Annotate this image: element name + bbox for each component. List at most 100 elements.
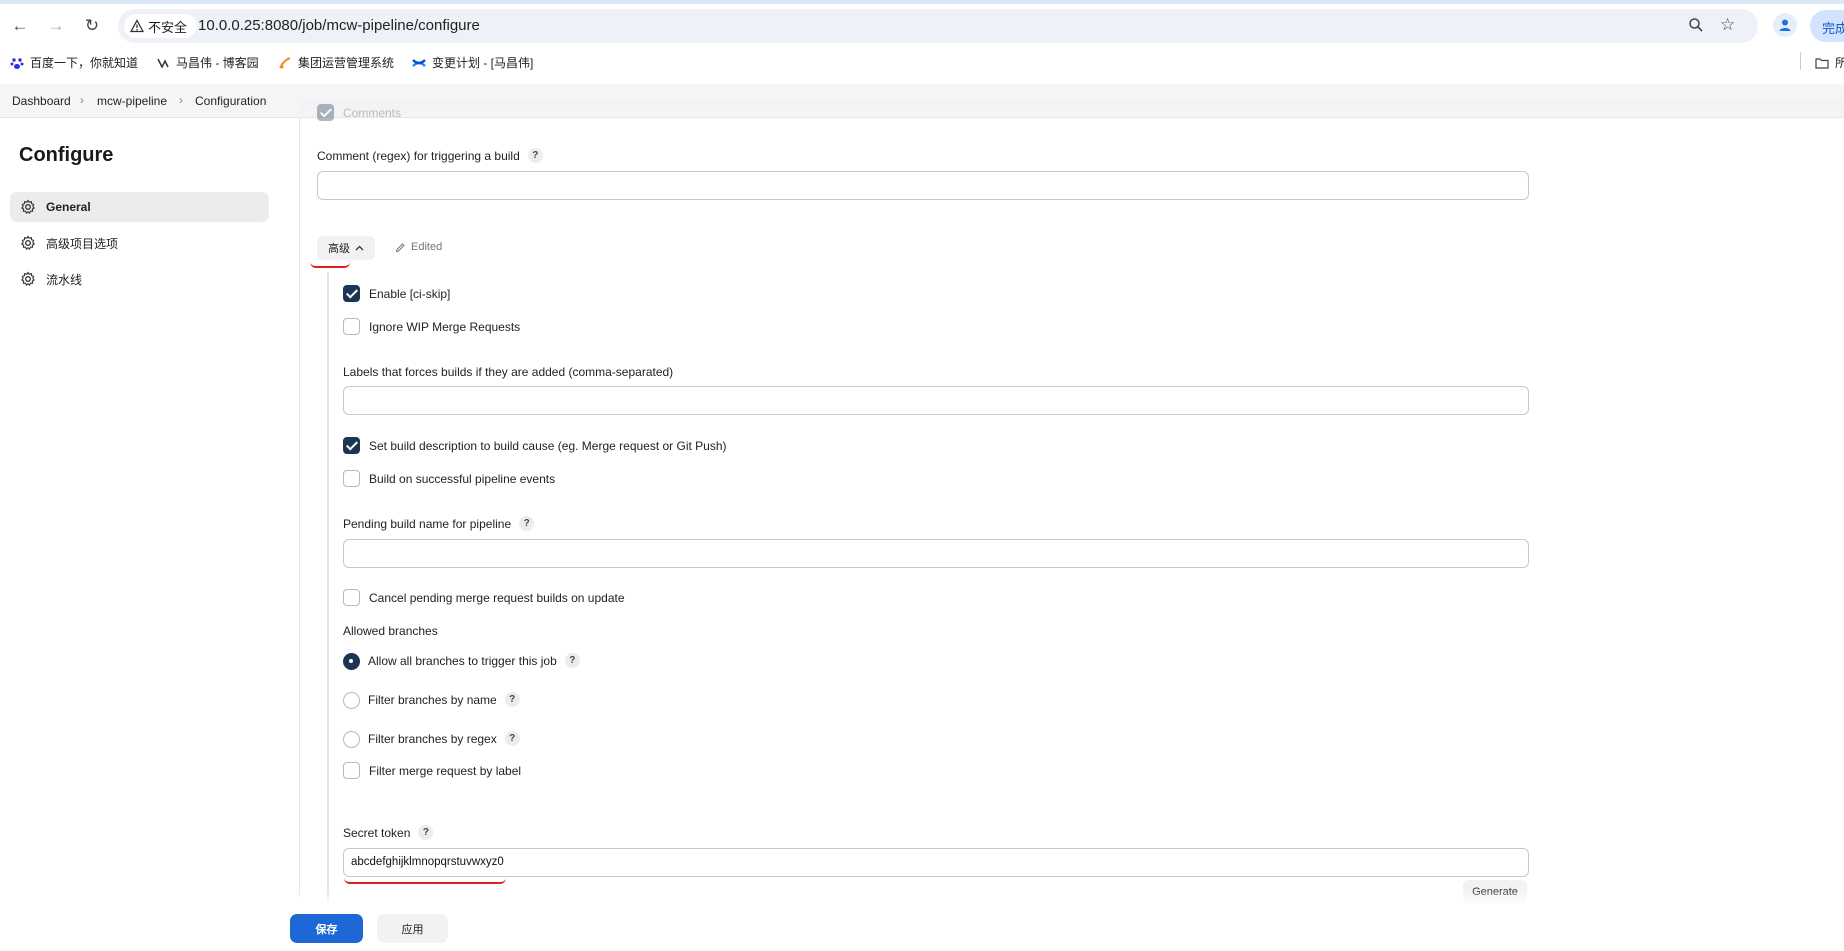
ignore-wip-checkbox[interactable] [343, 318, 360, 335]
help-icon[interactable]: ? [564, 653, 580, 668]
folder-icon [1815, 57, 1829, 69]
system-logo-icon [279, 56, 291, 68]
chevron-right-icon: › [80, 93, 84, 107]
bookmark-label: 所 [1835, 56, 1844, 70]
branch-option-name-label: Filter branches by name ? [368, 692, 520, 707]
breadcrumb-configuration[interactable]: Configuration [195, 94, 266, 108]
help-icon[interactable]: ? [504, 731, 520, 746]
option-label: Allow all branches to trigger this job [368, 653, 557, 668]
bookmark-label: 变更计划 - [马昌伟] [432, 56, 534, 70]
secret-token-input[interactable]: abcdefghijklmnopqrstuvwxyz0 [343, 848, 1529, 877]
chevron-right-icon: › [179, 93, 183, 107]
profile-avatar-icon[interactable] [1773, 13, 1797, 37]
branch-option-regex-label: Filter branches by regex ? [368, 731, 520, 746]
bookmark-star-icon[interactable]: ☆ [1720, 15, 1735, 35]
cancel-pending-label: Cancel pending merge request builds on u… [369, 591, 625, 605]
comment-regex-input[interactable] [317, 171, 1529, 200]
save-button[interactable]: 保存 [290, 914, 363, 943]
build-on-pipeline-checkbox[interactable] [343, 470, 360, 487]
gear-icon [20, 199, 36, 214]
pending-build-name-label: Pending build name for pipeline ? [343, 516, 535, 531]
annotation-underline [344, 874, 506, 884]
allowed-branches-label: Allowed branches [343, 624, 438, 638]
window-accent-strip [0, 0, 1844, 4]
bottom-action-bar [275, 903, 1844, 951]
security-label: 不安全 [148, 19, 188, 35]
sidebar-item-pipeline[interactable]: 流水线 [10, 264, 269, 294]
browser-toolbar: ← → ↻ 不安全 10.0.0.25:8080/job/mcw-pipelin… [0, 0, 1844, 84]
field-label: Secret token [343, 825, 411, 840]
pending-build-name-input[interactable] [343, 539, 1529, 568]
bookmark-label: 百度一下，你就知道 [30, 56, 139, 70]
sidebar-item-label: 高级项目选项 [46, 236, 119, 251]
labels-force-input[interactable] [343, 386, 1529, 415]
sidebar-item-label: General [46, 200, 91, 214]
bookmark-label: 马昌伟 - 博客园 [176, 56, 259, 70]
advanced-toggle-button[interactable]: 高级 [317, 236, 375, 260]
advanced-section-rail [327, 272, 329, 902]
gear-icon [20, 235, 36, 250]
field-label: Pending build name for pipeline [343, 516, 512, 531]
comment-regex-label: Comment (regex) for triggering a build ? [317, 148, 543, 163]
field-label: Comment (regex) for triggering a build [317, 148, 520, 163]
cancel-pending-checkbox[interactable] [343, 589, 360, 606]
edited-indicator: Edited [395, 241, 442, 253]
option-label: Filter branches by name [368, 692, 497, 707]
help-icon[interactable]: ? [519, 516, 535, 531]
enable-ci-skip-label: Enable [ci-skip] [369, 287, 451, 301]
bookmark-label: 集团运营管理系统 [298, 56, 395, 70]
help-icon[interactable]: ? [504, 692, 520, 707]
address-bar[interactable]: 不安全 10.0.0.25:8080/job/mcw-pipeline/conf… [118, 9, 1758, 43]
sidebar-divider [299, 118, 300, 898]
comments-checkbox[interactable] [317, 104, 334, 121]
filter-by-label-label: Filter merge request by label [369, 764, 522, 778]
labels-force-label: Labels that forces builds if they are ad… [343, 365, 674, 379]
gear-icon [20, 271, 36, 286]
branch-option-name-radio[interactable] [343, 692, 360, 709]
bookmarks-divider [1800, 52, 1801, 70]
sidebar-item-advanced-project[interactable]: 高级项目选项 [10, 228, 269, 258]
bookmark-item[interactable]: 变更计划 - [马昌伟] [412, 54, 533, 71]
profile-status-button[interactable]: 完成 [1810, 10, 1844, 42]
branch-option-all-radio[interactable] [343, 653, 360, 670]
forward-icon[interactable]: → [44, 14, 68, 38]
advanced-label: 高级 [328, 243, 350, 255]
bookmark-item[interactable]: 百度一下，你就知道 [10, 54, 138, 71]
option-label: Filter branches by regex [368, 731, 497, 746]
apply-button[interactable]: 应用 [377, 914, 448, 943]
comments-label: Comments [343, 106, 402, 120]
sidebar-item-general[interactable]: General [10, 192, 269, 222]
annotation-underline [310, 260, 350, 268]
branch-option-regex-radio[interactable] [343, 731, 360, 748]
build-on-pipeline-label: Build on successful pipeline events [369, 472, 556, 486]
help-icon[interactable]: ? [418, 825, 434, 840]
reload-icon[interactable]: ↻ [80, 14, 104, 38]
pencil-icon [395, 242, 405, 252]
set-build-description-checkbox[interactable] [343, 437, 360, 454]
enable-ci-skip-checkbox[interactable] [343, 285, 360, 302]
generate-token-button[interactable]: Generate [1463, 880, 1527, 904]
all-bookmarks-folder[interactable]: 所 [1815, 54, 1844, 71]
set-build-description-label: Set build description to build cause (eg… [369, 439, 727, 453]
baidu-paw-icon [10, 57, 24, 69]
sidebar-item-label: 流水线 [46, 272, 83, 287]
security-chip[interactable]: 不安全 [124, 14, 198, 38]
filter-by-label-checkbox[interactable] [343, 762, 360, 779]
url-text[interactable]: 10.0.0.25:8080/job/mcw-pipeline/configur… [198, 17, 480, 34]
secret-token-label: Secret token ? [343, 825, 434, 840]
bookmark-item[interactable]: 马昌伟 - 博客园 [156, 54, 259, 71]
chevron-up-icon [355, 245, 364, 251]
cnblogs-icon [157, 58, 169, 69]
page-title: Configure [19, 144, 114, 166]
branch-option-all-label: Allow all branches to trigger this job ? [368, 653, 580, 668]
warning-icon [130, 19, 144, 33]
breadcrumb-dashboard[interactable]: Dashboard [12, 94, 71, 108]
bookmark-item[interactable]: 集团运营管理系统 [278, 54, 394, 71]
help-icon[interactable]: ? [527, 148, 543, 163]
bookmarks-bar: 百度一下，你就知道 马昌伟 - 博客园 集团运营管理系统 变更计划 - [马昌伟… [0, 50, 1844, 74]
zoom-icon[interactable] [1688, 17, 1704, 37]
ignore-wip-label: Ignore WIP Merge Requests [369, 320, 521, 334]
scroll-fade [300, 100, 1844, 120]
back-icon[interactable]: ← [8, 14, 32, 38]
breadcrumb-job[interactable]: mcw-pipeline [97, 94, 167, 108]
